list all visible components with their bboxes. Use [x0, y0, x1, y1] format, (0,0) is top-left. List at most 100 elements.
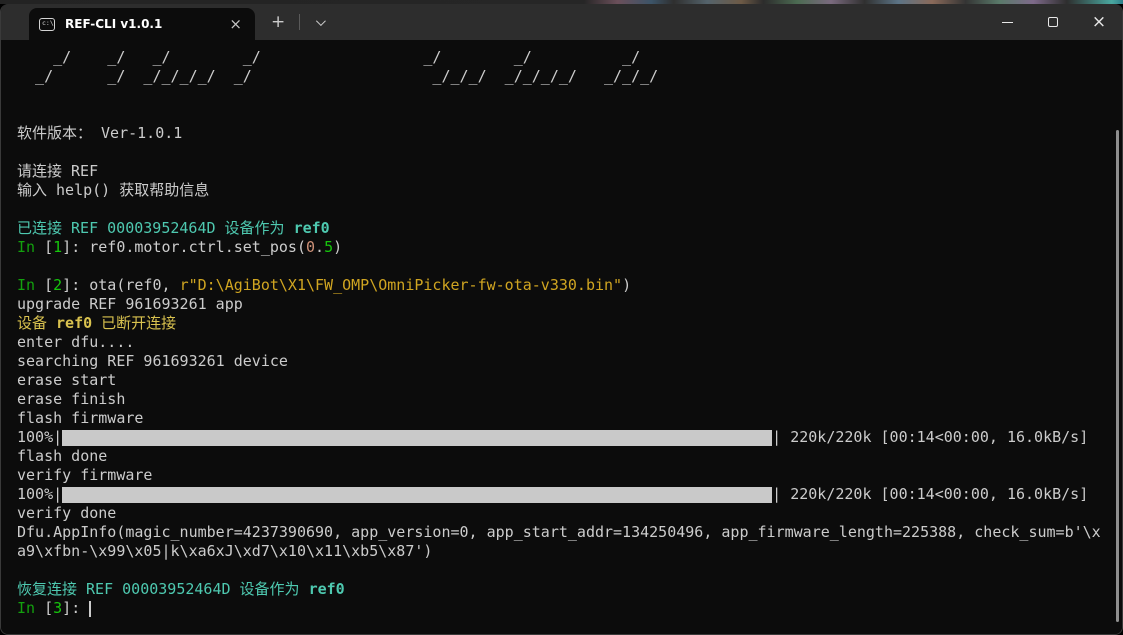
terminal-text: searching REF 961693261 device	[17, 352, 288, 370]
banner-line: _/ _/ _/_/_/_/ _/ _/_/_/ _/_/_/_/ _/_/_/	[17, 67, 1122, 86]
chevron-down-icon	[316, 16, 326, 26]
terminal-text: ref0	[309, 580, 345, 598]
terminal-text: 5	[324, 238, 333, 256]
hint-line: 请连接 REF	[17, 162, 1122, 181]
tab-close-icon[interactable]: ×	[224, 15, 247, 34]
progress-bar-fill	[62, 487, 772, 503]
titlebar[interactable]: c:\ REF-CLI v1.0.1 × + ×	[1, 4, 1122, 40]
blank-line	[17, 105, 1122, 124]
terminal-text: verify firmware	[17, 466, 152, 484]
blank-line	[17, 143, 1122, 162]
terminal-text: 输入 help() 获取帮助信息	[17, 181, 209, 199]
terminal-text: erase start	[17, 371, 116, 389]
titlebar-drag-area[interactable]	[335, 4, 984, 40]
reconnected-line: 恢复连接 REF 00003952464D 设备作为 ref0	[17, 580, 1122, 599]
terminal-text: 3	[53, 599, 62, 617]
terminal-text: _/ _/ _/_/_/_/ _/ _/_/_/ _/_/_/_/ _/_/_/	[17, 67, 658, 85]
terminal-text: In	[17, 238, 44, 256]
tab-separator	[299, 14, 300, 30]
terminal-text: )	[622, 276, 631, 294]
output-line: a9\xfbn-\x99\x05|k\xa6xJ\xd7\x10\x11\xb5…	[17, 542, 1122, 561]
hint-line: 输入 help() 获取帮助信息	[17, 181, 1122, 200]
terminal-text: ]	[62, 599, 71, 617]
terminal-text: 软件版本： Ver-1.0.1	[17, 124, 182, 142]
progress-bar-fill	[62, 430, 772, 446]
banner-line: _/ _/ _/ _/ _/ _/ _/	[17, 48, 1122, 67]
terminal-text: ref0.motor.ctrl.set_pos(	[89, 238, 306, 256]
terminal-text: [	[44, 276, 53, 294]
tab-dropdown-button[interactable]	[304, 13, 335, 32]
prompt-line: In [1]: ref0.motor.ctrl.set_pos(0.5)	[17, 238, 1122, 257]
output-line: erase finish	[17, 390, 1122, 409]
terminal-text: a9\xfbn-\x99\x05|k\xa6xJ\xd7\x10\x11\xb5…	[17, 542, 432, 560]
blank-line	[17, 561, 1122, 580]
scrollbar-thumb[interactable]	[1116, 130, 1119, 622]
terminal-text: )	[333, 238, 342, 256]
terminal-text: 已断开连接	[92, 314, 176, 332]
terminal-text: 2	[53, 276, 62, 294]
terminal-text: ota(ref0,	[89, 276, 179, 294]
terminal-content[interactable]: _/ _/ _/ _/ _/ _/ _/ _/ _/ _/_/_/_/ _/ _…	[1, 40, 1122, 634]
terminal-text: 恢复连接 REF 00003952464D 设备作为	[17, 580, 309, 598]
terminal-text: In	[17, 276, 44, 294]
terminal-text: 请连接 REF	[17, 162, 98, 180]
output-line: verify done	[17, 504, 1122, 523]
output-line: enter dfu....	[17, 333, 1122, 352]
maximize-icon	[1048, 17, 1058, 27]
terminal-text: ]	[62, 276, 71, 294]
output-line: Dfu.AppInfo(magic_number=4237390690, app…	[17, 523, 1122, 542]
terminal-text: ]	[62, 238, 71, 256]
cmd-prompt-icon: c:\	[39, 18, 55, 31]
terminal-text: .	[315, 238, 324, 256]
terminal-text: 设备	[17, 314, 56, 332]
terminal-text: In	[17, 599, 44, 617]
prompt-line: In [2]: ota(ref0, r"D:\AgiBot\X1\FW_OMP\…	[17, 276, 1122, 295]
connected-line: 已连接 REF 00003952464D 设备作为 ref0	[17, 219, 1122, 238]
terminal-text: 100%|	[17, 428, 62, 446]
terminal-text: Dfu.AppInfo(magic_number=4237390690, app…	[17, 523, 1101, 541]
terminal-text: | 220k/220k [00:14<00:00, 16.0kB/s]	[772, 428, 1088, 446]
disconnect-line: 设备 ref0 已断开连接	[17, 314, 1122, 333]
output-line: verify firmware	[17, 466, 1122, 485]
terminal-text: :	[71, 276, 89, 294]
terminal-text: 0	[306, 238, 315, 256]
terminal-text: :	[71, 599, 89, 617]
terminal-text: [	[44, 599, 53, 617]
terminal-text: ref0	[294, 219, 330, 237]
output-line: erase start	[17, 371, 1122, 390]
terminal-window: c:\ REF-CLI v1.0.1 × + × _/ _/ _/ _/	[0, 4, 1123, 635]
minimize-button[interactable]	[984, 4, 1030, 40]
terminal-text: flash firmware	[17, 409, 143, 427]
progress-line: 100%| | 220k/220k [00:14<00:00, 16.0kB/s]	[17, 485, 1122, 504]
terminal-text: [	[44, 238, 53, 256]
text-cursor	[89, 601, 91, 617]
terminal-text: erase finish	[17, 390, 125, 408]
terminal-text: ref0	[56, 314, 92, 332]
terminal-text: 已连接 REF 00003952464D 设备作为	[17, 219, 294, 237]
minimize-icon	[1002, 22, 1013, 23]
terminal-text: 1	[53, 238, 62, 256]
blank-line	[17, 86, 1122, 105]
terminal-text: _/ _/ _/ _/ _/ _/ _/	[17, 48, 640, 66]
maximize-button[interactable]	[1030, 4, 1076, 40]
prompt-line: In [3]:	[17, 599, 1122, 618]
output-line: flash firmware	[17, 409, 1122, 428]
terminal-text: | 220k/220k [00:14<00:00, 16.0kB/s]	[772, 485, 1088, 503]
terminal-text: upgrade REF 961693261 app	[17, 295, 243, 313]
close-icon: ×	[1092, 14, 1106, 31]
desktop-background: c:\ REF-CLI v1.0.1 × + × _/ _/ _/ _/	[0, 0, 1123, 635]
output-line: searching REF 961693261 device	[17, 352, 1122, 371]
terminal-text: enter dfu....	[17, 333, 134, 351]
terminal-text: flash done	[17, 447, 107, 465]
new-tab-button[interactable]: +	[261, 10, 295, 34]
version-line: 软件版本： Ver-1.0.1	[17, 124, 1122, 143]
tab-title: REF-CLI v1.0.1	[65, 17, 224, 31]
terminal-text: :	[71, 238, 89, 256]
close-button[interactable]: ×	[1076, 4, 1122, 40]
tab-ref-cli[interactable]: c:\ REF-CLI v1.0.1 ×	[29, 8, 255, 40]
blank-line	[17, 200, 1122, 219]
output-line: flash done	[17, 447, 1122, 466]
progress-line: 100%| | 220k/220k [00:14<00:00, 16.0kB/s]	[17, 428, 1122, 447]
terminal-text: r"D:\AgiBot\X1\FW_OMP\OmniPicker-fw-ota-…	[180, 276, 623, 294]
terminal-text: 100%|	[17, 485, 62, 503]
